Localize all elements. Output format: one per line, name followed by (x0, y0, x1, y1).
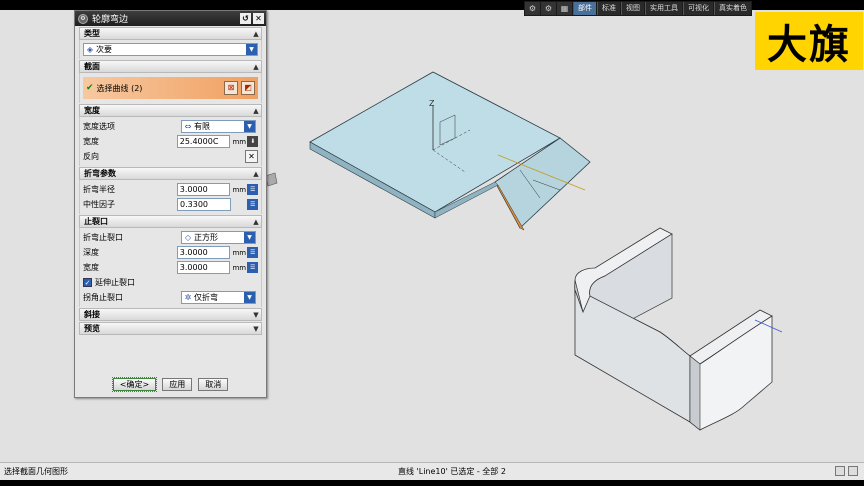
section-width-label: 宽度 (84, 106, 100, 115)
chevron-down-icon: ▼ (253, 310, 259, 319)
cancel-button[interactable]: 取消 (198, 378, 229, 391)
bend-radius-unit: mm (232, 185, 247, 194)
extend-relief-checkbox[interactable]: ✓ (83, 278, 92, 287)
type-value: 次要 (96, 45, 112, 54)
depth-label: 深度 (83, 248, 99, 257)
relief-width-unit: mm (232, 263, 247, 272)
chevron-up-icon: ▲ (253, 169, 259, 178)
section-bend-label: 折弯参数 (84, 169, 116, 178)
width-input[interactable]: 25.4000C (176, 135, 231, 148)
filter-icon[interactable] (835, 466, 845, 476)
dialog-title: 轮廓弯边 (92, 15, 129, 25)
z-axis-label: Z (429, 99, 435, 108)
menu-icon[interactable]: ☰ (247, 184, 258, 195)
tab-part[interactable]: 部件 (573, 2, 596, 15)
status-prompt: 选择截面几何图形 (4, 467, 68, 476)
contour-flange-dialog: ⚙ 轮廓弯边 ↺ ✕ 类型 ▲ ◈ 次要 ▼ 截面 ▲ ✔ 选择曲线 (2) ⊠… (74, 10, 267, 398)
depth-input[interactable]: 3.0000 (176, 246, 231, 259)
tab-view[interactable]: 视图 (621, 2, 644, 15)
menu-icon[interactable]: ☰ (247, 199, 258, 210)
chevron-up-icon: ▲ (253, 62, 259, 71)
sheet-metal-part-2[interactable] (574, 227, 783, 431)
bend-relief-dropdown[interactable]: ◇ 正方形 ▼ (181, 231, 256, 244)
reverse-direction-icon[interactable]: ✕ (245, 150, 258, 163)
down-arrow-icon[interactable]: ⬇ (247, 136, 258, 147)
section-preview-header[interactable]: 预览 ▼ (79, 322, 262, 335)
menu-icon[interactable]: ☰ (247, 262, 258, 273)
select-curve-row[interactable]: ✔ 选择曲线 (2) ⊠ ◩ (83, 77, 258, 99)
section-miter-header[interactable]: 斜接 ▼ (79, 308, 262, 321)
chevron-down-icon: ▼ (253, 324, 259, 333)
finite-icon: ⇔ (184, 122, 192, 131)
extend-relief-label: 延伸止裂口 (95, 278, 135, 287)
section-section-label: 截面 (84, 62, 100, 71)
section-relief-label: 止裂口 (84, 217, 108, 226)
corner-relief-value: 仅折弯 (194, 293, 218, 302)
corner-relief-dropdown[interactable]: ✲ 仅折弯 ▼ (181, 291, 256, 304)
tab-utilities[interactable]: 实用工具 (645, 2, 682, 15)
apply-button[interactable]: 应用 (162, 378, 193, 391)
section-bend-header[interactable]: 折弯参数 ▲ (79, 167, 262, 180)
chevron-down-icon: ▼ (246, 44, 257, 55)
dialog-titlebar[interactable]: ⚙ 轮廓弯边 ↺ ✕ (75, 11, 266, 26)
secondary-icon: ◈ (86, 45, 94, 54)
menu-icon[interactable]: ☰ (247, 247, 258, 258)
bend-relief-value: 正方形 (194, 233, 218, 242)
sheet-metal-part-1[interactable]: Z (309, 71, 591, 231)
tab-true-shading[interactable]: 真实着色 (714, 2, 751, 15)
width-unit: mm (232, 137, 247, 146)
settings-icon: ⚙ (78, 13, 88, 24)
neutral-factor-label: 中性因子 (83, 200, 115, 209)
ok-button[interactable]: <确定> (111, 377, 158, 392)
bend-radius-label: 折弯半径 (83, 185, 115, 194)
tab-visualization[interactable]: 可视化 (683, 2, 713, 15)
bend-radius-input[interactable]: 3.0000 (176, 183, 231, 196)
reverse-label: 反向 (83, 152, 99, 161)
view-toolbar: ⚙ ⚙ ▦ 部件 标准 视图 实用工具 可视化 真实着色 (524, 1, 752, 16)
type-dropdown[interactable]: ◈ 次要 ▼ (83, 43, 258, 56)
section-width-header[interactable]: 宽度 ▲ (79, 104, 262, 117)
check-icon: ✔ (86, 83, 94, 93)
chevron-down-icon: ▼ (244, 121, 255, 132)
section-preview-label: 预览 (84, 324, 100, 333)
section-type-header[interactable]: 类型 ▲ (79, 27, 262, 40)
width-option-value: 有限 (194, 122, 210, 131)
chevron-down-icon: ▼ (244, 232, 255, 243)
depth-unit: mm (232, 248, 247, 257)
chevron-up-icon: ▲ (253, 217, 259, 226)
brand-logo: 大旗 (755, 12, 863, 70)
square-relief-icon: ◇ (184, 233, 192, 242)
chevron-up-icon: ▲ (253, 106, 259, 115)
bend-only-icon: ✲ (184, 293, 192, 302)
relief-width-input[interactable]: 3.0000 (176, 261, 231, 274)
chevron-down-icon: ▼ (244, 292, 255, 303)
reset-icon[interactable]: ↺ (240, 13, 251, 24)
chevron-up-icon: ▲ (253, 29, 259, 38)
corner-relief-label: 拐角止裂口 (83, 293, 123, 302)
width-option-label: 宽度选项 (83, 122, 115, 131)
curve-icon[interactable]: ◩ (241, 81, 255, 95)
window-icon[interactable] (848, 466, 858, 476)
relief-width-label: 宽度 (83, 263, 99, 272)
bend-relief-label: 折弯止裂口 (83, 233, 123, 242)
close-icon[interactable]: ✕ (253, 13, 264, 24)
status-selection: 直线 'Line10' 已选定 - 全部 2 (398, 467, 506, 476)
section-type-label: 类型 (84, 29, 100, 38)
orient-icon[interactable]: ⚙ (525, 2, 540, 15)
gear-icon[interactable]: ⚙ (541, 2, 556, 15)
width-option-dropdown[interactable]: ⇔ 有限 ▼ (181, 120, 256, 133)
section-relief-header[interactable]: 止裂口 ▲ (79, 215, 262, 228)
sketch-icon[interactable]: ⊠ (224, 81, 238, 95)
bottom-black-bar (0, 480, 864, 486)
status-bar: 选择截面几何图形 直线 'Line10' 已选定 - 全部 2 (0, 462, 864, 480)
select-curve-label: 选择曲线 (2) (96, 83, 143, 93)
tab-standard[interactable]: 标准 (597, 2, 620, 15)
width-label: 宽度 (83, 137, 99, 146)
grid-icon[interactable]: ▦ (557, 2, 572, 15)
neutral-factor-input[interactable]: 0.3300 (177, 198, 231, 211)
section-miter-label: 斜接 (84, 310, 100, 319)
section-section-header[interactable]: 截面 ▲ (79, 60, 262, 73)
